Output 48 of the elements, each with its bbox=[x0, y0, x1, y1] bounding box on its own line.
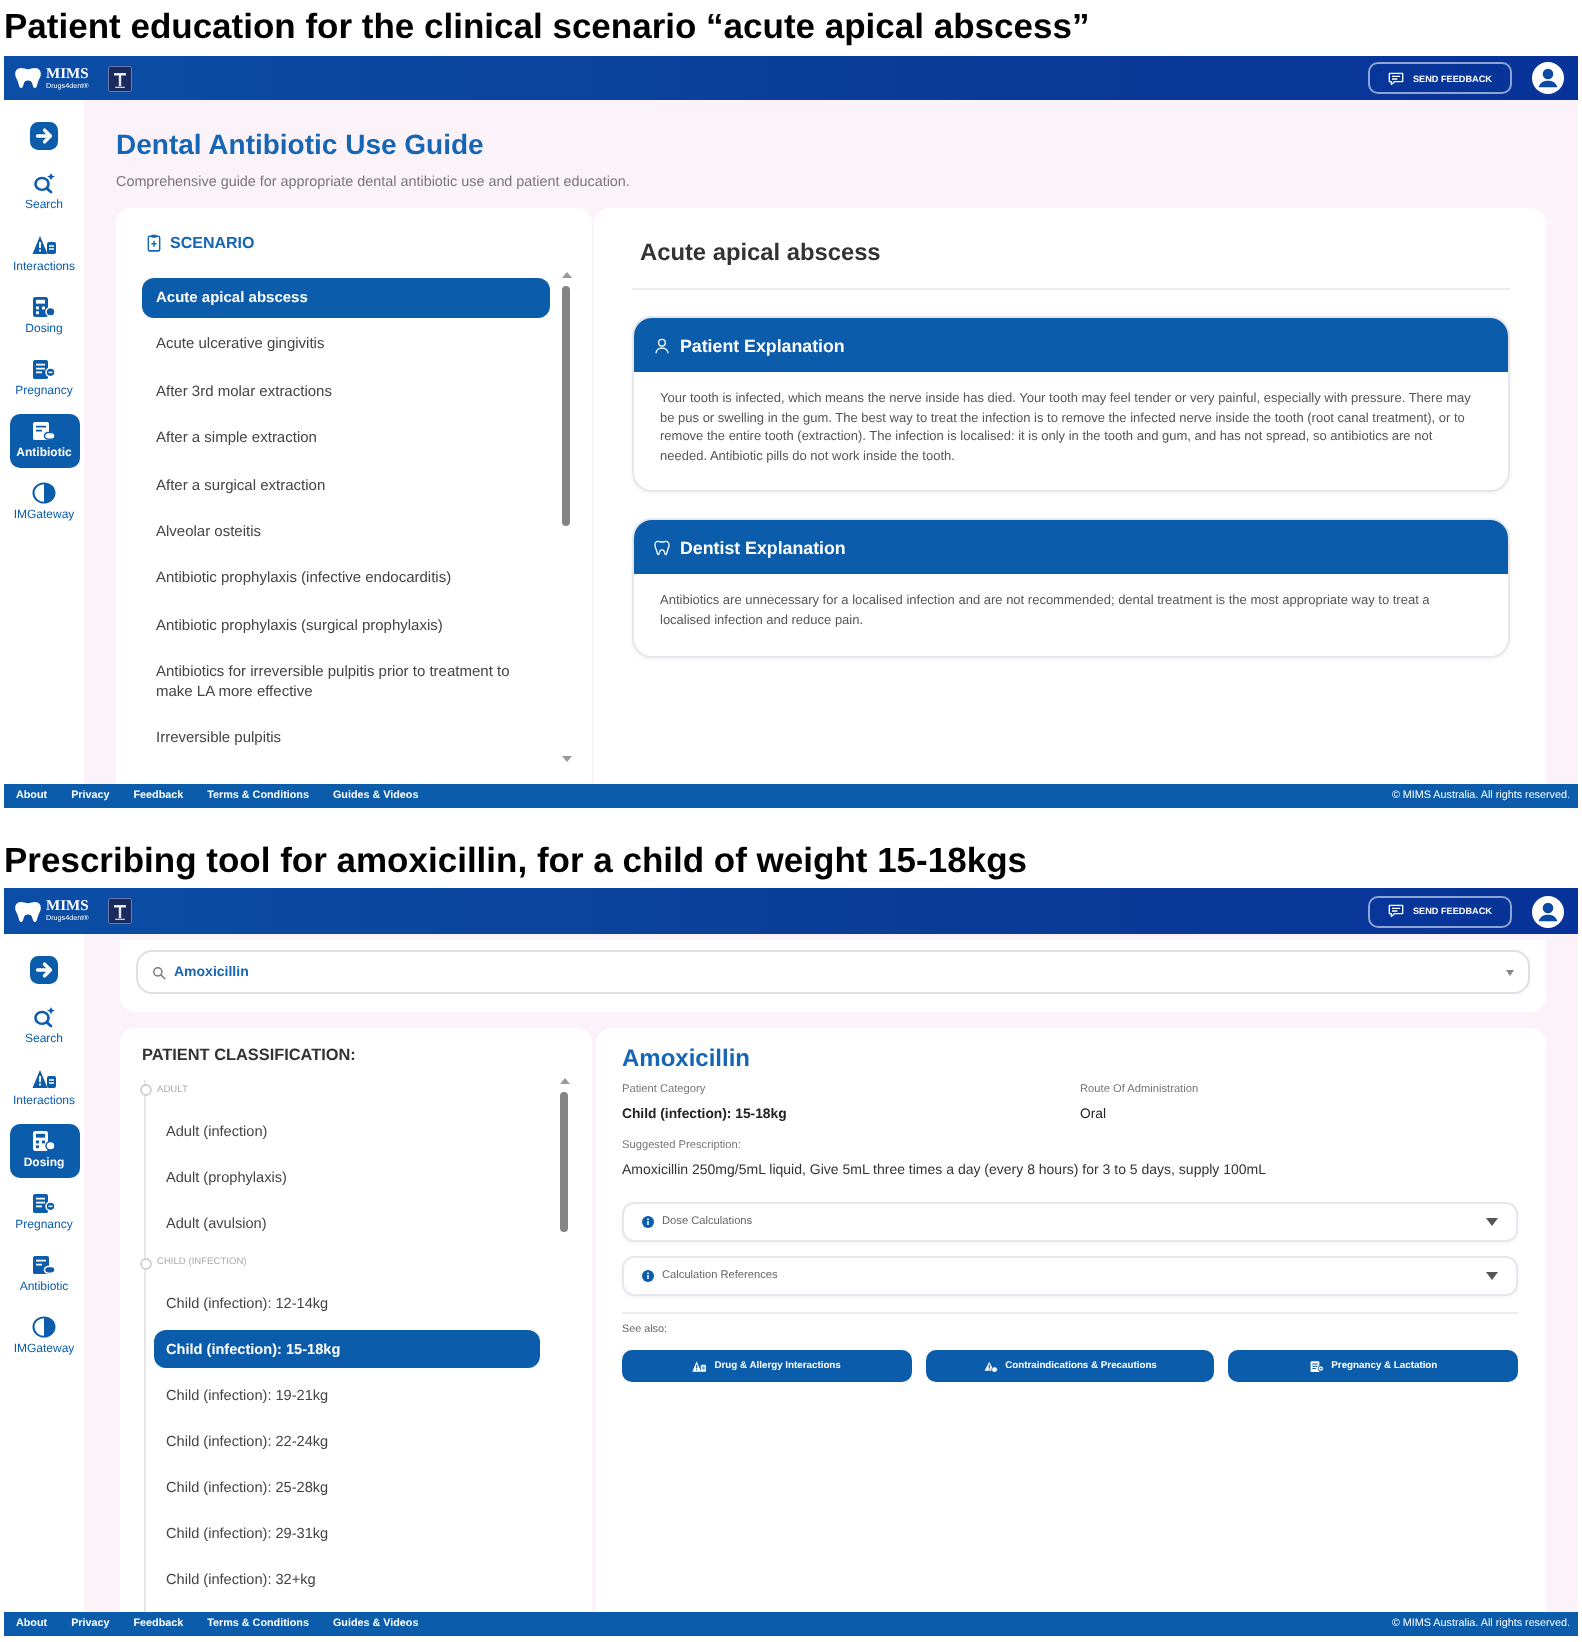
avatar-icon[interactable] bbox=[1532, 895, 1564, 927]
pill-document-icon bbox=[32, 420, 56, 443]
dropdown-caret-icon[interactable] bbox=[1506, 969, 1514, 975]
warning-card-icon bbox=[692, 1359, 707, 1373]
scrollbar-thumb[interactable] bbox=[562, 286, 570, 526]
person-icon bbox=[654, 337, 670, 353]
pill-document-icon bbox=[32, 1254, 56, 1277]
scenario-title: Acute apical abscess bbox=[638, 236, 883, 268]
search-icon bbox=[32, 1006, 56, 1029]
warning-card-icon bbox=[32, 1068, 56, 1091]
crest-icon bbox=[108, 65, 133, 91]
scroll-up-icon[interactable] bbox=[559, 1078, 569, 1084]
search-icon bbox=[32, 172, 56, 195]
tooth-logo-icon[interactable] bbox=[14, 899, 42, 923]
circle-marker-icon bbox=[139, 1084, 151, 1096]
caption: Patient education for the clinical scenario “acute apical abscess” bbox=[4, 4, 1092, 50]
scroll-down-icon[interactable] bbox=[561, 756, 571, 762]
scroll-up-icon[interactable] bbox=[561, 272, 571, 278]
caption: Prescribing tool for amoxicillin, for a child of weight 15-18kgs bbox=[4, 838, 1029, 884]
info-icon bbox=[642, 1215, 654, 1227]
info-icon bbox=[642, 1269, 654, 1281]
avatar-icon[interactable] bbox=[1532, 62, 1564, 94]
arrow-right-icon[interactable] bbox=[30, 122, 58, 150]
classification-heading: PATIENT CLASSIFICATION: bbox=[142, 1044, 356, 1068]
section-heading: SCENARIO bbox=[170, 233, 255, 251]
document-icon bbox=[32, 1192, 56, 1215]
document-icon bbox=[1309, 1359, 1324, 1373]
crest-icon bbox=[108, 898, 133, 924]
explanation-title: Dentist Explanation bbox=[680, 537, 846, 558]
calculator-icon bbox=[32, 1130, 56, 1153]
chat-icon bbox=[1388, 904, 1405, 918]
warning-card-icon bbox=[32, 234, 56, 257]
calculator-icon bbox=[32, 296, 56, 319]
tooth-outline-icon bbox=[654, 539, 670, 556]
half-circle-icon bbox=[32, 482, 56, 505]
half-circle-icon bbox=[32, 1316, 56, 1339]
page-title: Dental Antibiotic Use Guide bbox=[116, 126, 484, 162]
pills-warning-icon bbox=[983, 1359, 998, 1373]
explanation-title: Patient Explanation bbox=[680, 335, 845, 355]
scrollbar-thumb[interactable] bbox=[560, 1092, 568, 1232]
chat-icon bbox=[1388, 71, 1405, 85]
search-icon bbox=[152, 965, 166, 979]
document-icon bbox=[32, 358, 56, 381]
tooth-logo-icon[interactable] bbox=[14, 66, 42, 90]
arrow-right-icon[interactable] bbox=[30, 956, 58, 984]
drug-title: Amoxicillin bbox=[622, 1044, 753, 1074]
circle-marker-icon bbox=[139, 1257, 151, 1269]
clipboard-icon bbox=[146, 233, 162, 251]
